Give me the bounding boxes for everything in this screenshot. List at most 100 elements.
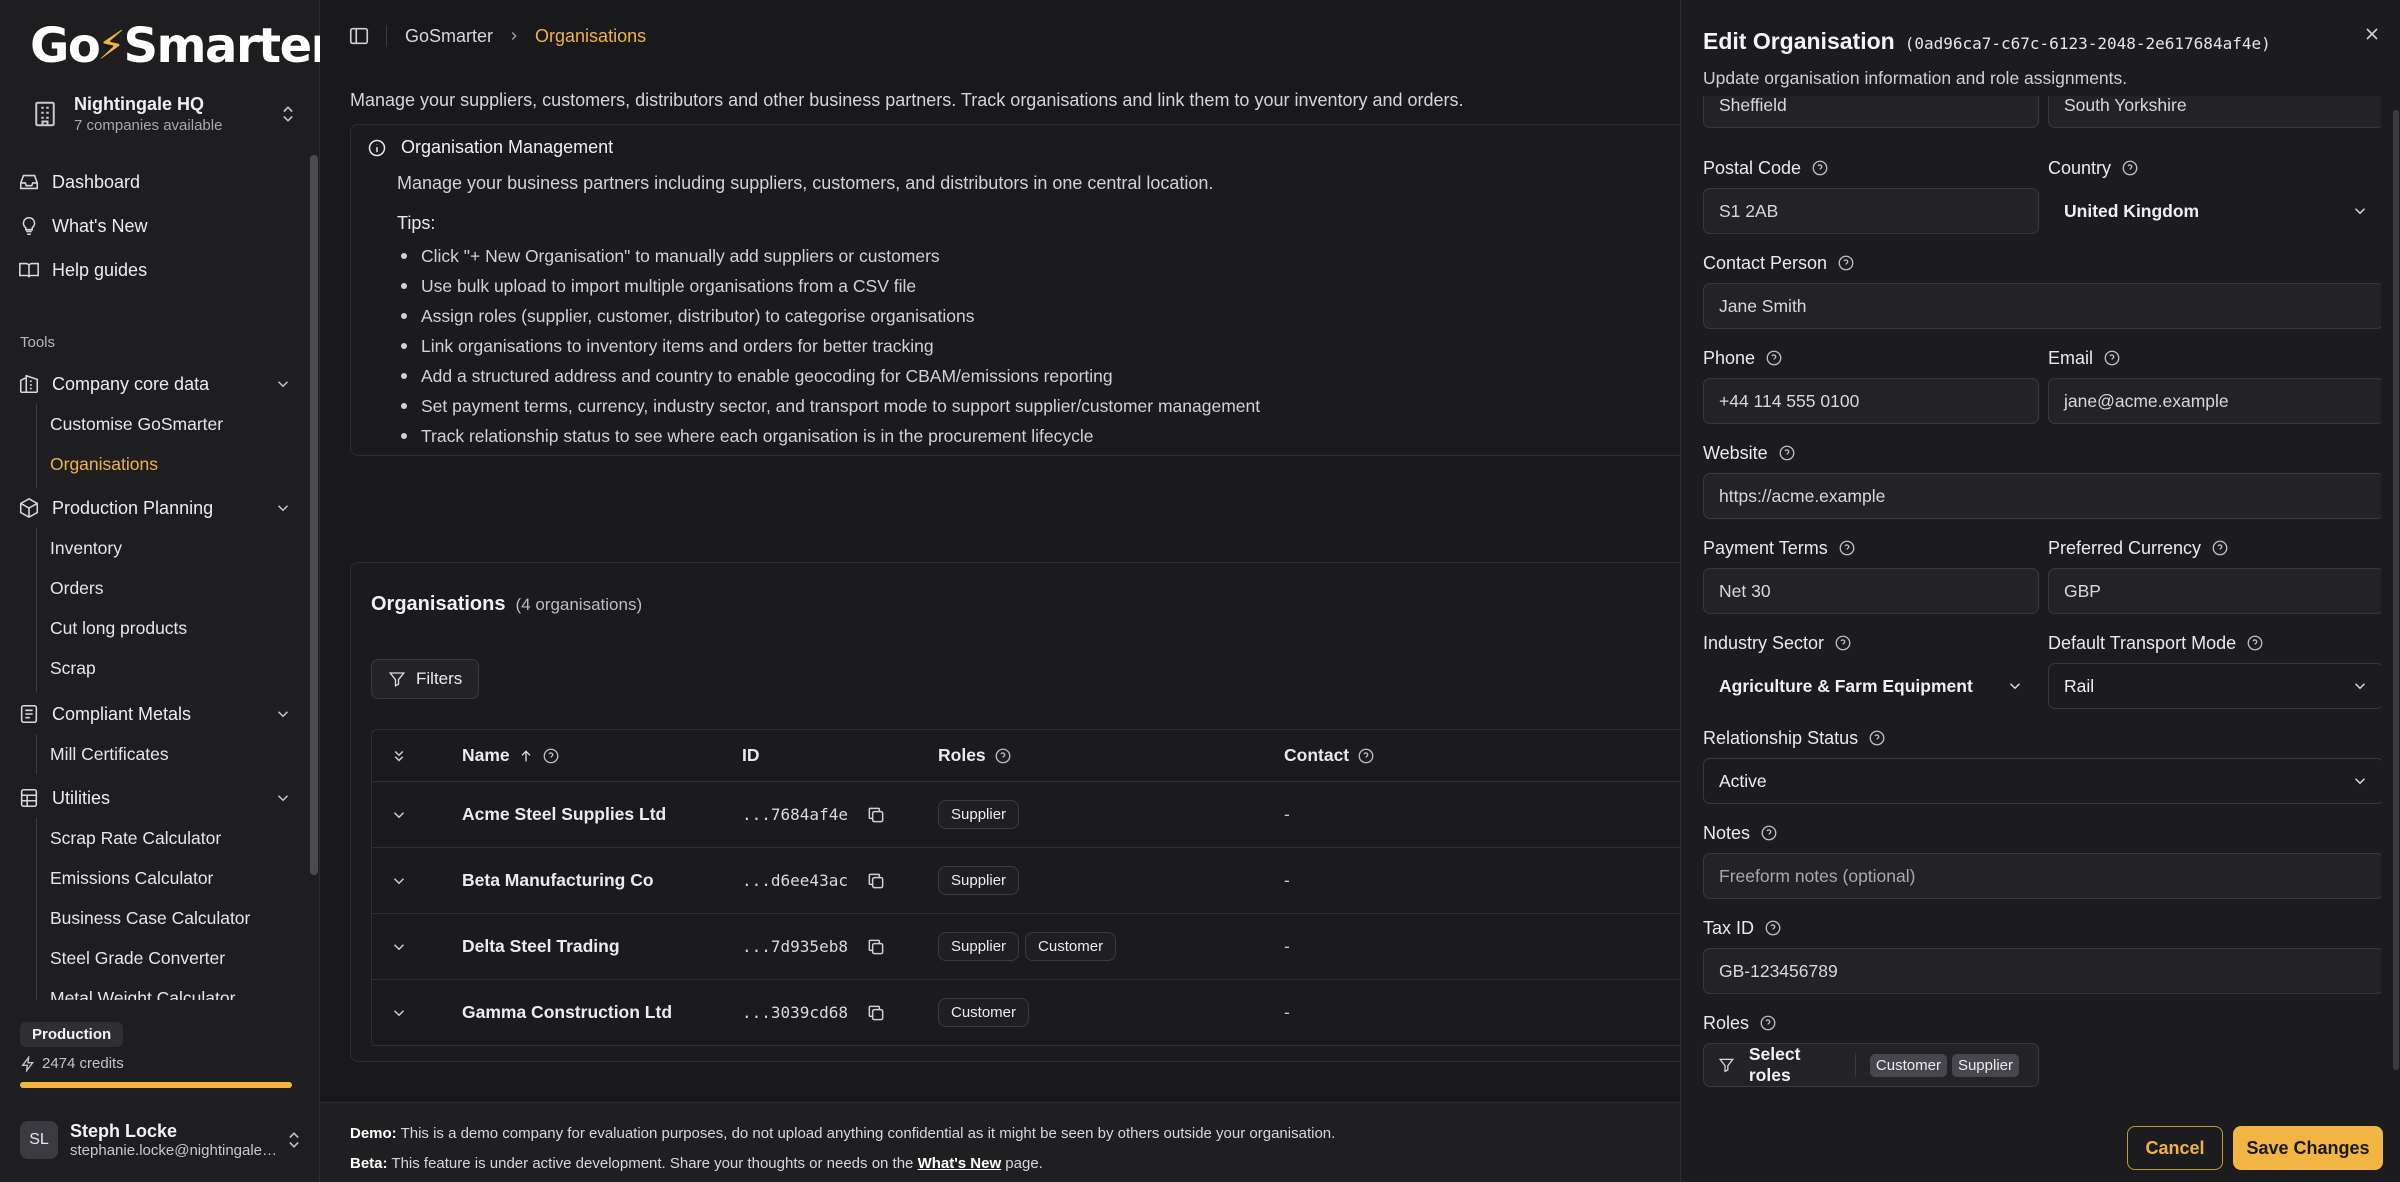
help-circle-icon[interactable] xyxy=(1357,747,1375,765)
org-name[interactable]: Gamma Construction Ltd xyxy=(462,980,672,1045)
org-id-cell: ...3039cd68 xyxy=(742,980,886,1045)
chevron-up-down-icon xyxy=(289,1132,299,1148)
phone-input[interactable]: +44 114 555 0100 xyxy=(1703,378,2039,424)
copy-icon[interactable] xyxy=(866,1003,886,1023)
relationship-status-select[interactable]: Active xyxy=(1703,758,2381,804)
postal-code-input[interactable]: S1 2AB xyxy=(1703,188,2039,234)
country-select[interactable]: United Kingdom xyxy=(2048,188,2381,234)
website-label: Website xyxy=(1703,442,1768,463)
bolt-icon: ⚡ xyxy=(97,24,126,68)
help-circle-icon[interactable] xyxy=(1764,919,1782,937)
chevron-down-icon[interactable] xyxy=(390,1004,408,1022)
help-circle-icon[interactable] xyxy=(2121,159,2139,177)
sidebar-item-orders[interactable]: Orders xyxy=(50,572,103,604)
table-row[interactable]: Acme Steel Supplies Ltd ...7684af4e Suppli… xyxy=(372,782,1711,848)
sidebar-item-business-case[interactable]: Business Case Calculator xyxy=(50,902,250,934)
save-changes-button[interactable]: Save Changes xyxy=(2233,1126,2383,1170)
filter-icon xyxy=(388,672,406,687)
payment-terms-field: Payment Terms Net 30 xyxy=(1703,536,2039,614)
relationship-status-value: Active xyxy=(1719,770,1767,791)
cancel-button[interactable]: Cancel xyxy=(2127,1126,2223,1170)
chevron-down-icon[interactable] xyxy=(390,938,408,956)
column-name[interactable]: Name xyxy=(462,730,560,781)
sidebar-item-organisations[interactable]: Organisations xyxy=(50,448,158,480)
sidebar-item-dashboard[interactable]: Dashboard xyxy=(18,164,298,200)
plan-badge: Production xyxy=(20,1022,124,1047)
copy-icon[interactable] xyxy=(866,805,886,825)
table-row[interactable]: Delta Steel Trading ...7d935eb8 Supplier Cu… xyxy=(372,914,1711,980)
drawer-scrollbar[interactable] xyxy=(2393,110,2399,1070)
help-circle-icon[interactable] xyxy=(2246,634,2264,652)
sidebar-item-utilities[interactable]: Utilities xyxy=(18,780,298,816)
gosmarter-logo[interactable]: Go ⚡ Smarter xyxy=(30,18,334,74)
help-circle-icon[interactable] xyxy=(1759,1014,1777,1032)
copy-icon[interactable] xyxy=(866,937,886,957)
breadcrumb-root[interactable]: GoSmarter xyxy=(405,26,493,47)
chevron-down-icon[interactable] xyxy=(390,806,408,824)
column-contact[interactable]: Contact xyxy=(1284,730,1375,781)
contact-person-input[interactable]: Jane Smith xyxy=(1703,283,2381,329)
sidebar-item-scrap-rate[interactable]: Scrap Rate Calculator xyxy=(50,822,221,854)
whats-new-link[interactable]: What's New xyxy=(918,1155,1002,1172)
sidebar-item-company-core[interactable]: Company core data xyxy=(18,366,298,402)
help-circle-icon[interactable] xyxy=(1838,539,1856,557)
help-circle-icon[interactable] xyxy=(1834,634,1852,652)
roles-select[interactable]: Select roles Customer Supplier xyxy=(1703,1043,2039,1087)
org-roles: Supplier xyxy=(938,782,1025,847)
help-circle-icon[interactable] xyxy=(994,747,1012,765)
column-id[interactable]: ID xyxy=(742,730,760,781)
sidebar-item-cut-long-products[interactable]: Cut long products xyxy=(50,612,187,644)
city-input[interactable]: Sheffield xyxy=(1703,96,2039,128)
sidebar-item-help[interactable]: Help guides xyxy=(18,252,298,288)
org-name[interactable]: Beta Manufacturing Co xyxy=(462,848,654,913)
region-field: South Yorkshire xyxy=(2048,96,2381,128)
payment-terms-input[interactable]: Net 30 xyxy=(1703,568,2039,614)
help-circle-icon[interactable] xyxy=(1760,824,1778,842)
website-input[interactable]: https://acme.example xyxy=(1703,473,2381,519)
user-menu[interactable]: SL Steph Locke stephanie.locke@nightinga… xyxy=(20,1116,304,1164)
org-name[interactable]: Delta Steel Trading xyxy=(462,914,620,979)
help-circle-icon[interactable] xyxy=(2103,349,2121,367)
currency-input[interactable]: GBP xyxy=(2048,568,2381,614)
help-circle-icon[interactable] xyxy=(1778,444,1796,462)
sidebar-toggle-icon[interactable] xyxy=(348,25,370,47)
transport-select[interactable]: Rail xyxy=(2048,663,2381,709)
copy-icon[interactable] xyxy=(866,871,886,891)
sidebar-item-production-planning[interactable]: Production Planning xyxy=(18,490,298,526)
filters-button[interactable]: Filters xyxy=(371,659,480,699)
close-icon[interactable] xyxy=(2362,24,2382,44)
table-row[interactable]: Gamma Construction Ltd ...3039cd68 Custome… xyxy=(372,980,1711,1046)
email-input[interactable]: jane@acme.example xyxy=(2048,378,2381,424)
table-row[interactable]: Beta Manufacturing Co ...d6ee43ac Supplier… xyxy=(372,848,1711,914)
organisations-title: Organisations xyxy=(371,593,506,615)
tax-id-input[interactable]: GB-123456789 xyxy=(1703,948,2381,994)
sidebar-item-steel-grade[interactable]: Steel Grade Converter xyxy=(50,942,225,974)
sidebar-item-inventory[interactable]: Inventory xyxy=(50,532,122,564)
sidebar-item-whats-new[interactable]: What's New xyxy=(18,208,298,244)
notes-input[interactable]: Freeform notes (optional) xyxy=(1703,853,2381,899)
region-input[interactable]: South Yorkshire xyxy=(2048,96,2381,128)
sidebar-item-metal-weight[interactable]: Metal Weight Calculator xyxy=(50,982,235,1001)
role-badge: Supplier xyxy=(938,866,1020,895)
sidebar-item-customise[interactable]: Customise GoSmarter xyxy=(50,408,223,440)
help-circle-icon[interactable] xyxy=(542,747,560,765)
column-roles[interactable]: Roles xyxy=(938,730,1012,781)
help-circle-icon[interactable] xyxy=(1837,254,1855,272)
sidebar-item-mill-certificates[interactable]: Mill Certificates xyxy=(50,738,169,770)
contact-person-label: Contact Person xyxy=(1703,252,1828,273)
help-circle-icon[interactable] xyxy=(1765,349,1783,367)
help-circle-icon[interactable] xyxy=(1868,729,1886,747)
sidebar-item-emissions[interactable]: Emissions Calculator xyxy=(50,862,213,894)
org-name[interactable]: Acme Steel Supplies Ltd xyxy=(462,782,666,847)
role-badge: Supplier xyxy=(938,800,1020,829)
building-icon xyxy=(35,101,55,127)
company-switcher[interactable]: Nightingale HQ 7 companies available xyxy=(20,88,304,140)
sidebar-item-compliant-metals[interactable]: Compliant Metals xyxy=(18,696,298,732)
phone-field: Phone +44 114 555 0100 xyxy=(1703,346,2039,424)
help-circle-icon[interactable] xyxy=(2211,539,2229,557)
help-circle-icon[interactable] xyxy=(1811,159,1829,177)
expand-all-icon[interactable] xyxy=(390,747,408,765)
industry-select[interactable]: Agriculture & Farm Equipment xyxy=(1703,663,2039,709)
chevron-down-icon[interactable] xyxy=(390,872,408,890)
sidebar-item-scrap[interactable]: Scrap xyxy=(50,652,96,684)
